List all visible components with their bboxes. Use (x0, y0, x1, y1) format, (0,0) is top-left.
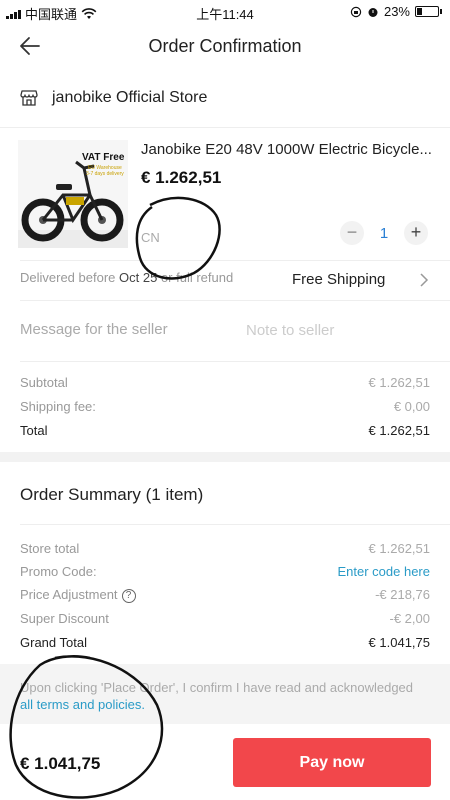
divider (20, 361, 450, 362)
terms-notice: Upon clicking 'Place Order', I confirm I… (0, 664, 450, 724)
message-label: Message for the seller (20, 321, 168, 338)
divider (0, 127, 450, 128)
help-icon[interactable]: ? (121, 589, 136, 603)
subtotal-row: Subtotal € 1.262,51 (20, 375, 430, 390)
increase-quantity-button[interactable]: + (404, 221, 428, 245)
battery-percent: 23% (383, 4, 410, 19)
rotation-lock-icon (350, 6, 362, 17)
status-bar: 中国联通 上午11:44 23% (0, 0, 450, 24)
nav-bar: Order Confirmation (0, 24, 450, 68)
store-total-value: € 1.262,51 (368, 541, 430, 556)
shipping-fee-label: Shipping fee: (20, 399, 96, 414)
terms-text: Upon clicking 'Place Order', I confirm I… (20, 680, 414, 695)
super-discount-row: Super Discount -€ 2,00 (20, 611, 430, 626)
store-total-row: Store total € 1.262,51 (20, 541, 430, 556)
store-total-label: Store total (20, 541, 80, 556)
terms-notice-text: Upon clicking 'Place Order', I confirm I… (20, 679, 440, 713)
divider (20, 300, 450, 301)
promo-code-row: Promo Code: Enter code here (20, 564, 430, 579)
store-name: janobike Official Store (52, 89, 208, 106)
super-discount-label: Super Discount (20, 611, 109, 626)
shipping-fee-value: € 0,00 (393, 399, 430, 414)
divider (20, 260, 450, 261)
ship-from: CN (141, 230, 160, 245)
delivery-date: Oct 25 (119, 270, 158, 285)
grand-total-row: Grand Total € 1.041,75 (20, 635, 430, 650)
super-discount-value: -€ 2,00 (389, 611, 430, 626)
grand-total-value: € 1.041,75 (368, 635, 430, 650)
store-icon (20, 90, 38, 106)
shipping-fee-row: Shipping fee: € 0,00 (20, 399, 430, 414)
enter-promo-code-link[interactable]: Enter code here (337, 564, 430, 579)
quantity-stepper: − 1 + (340, 221, 428, 245)
battery-tip (440, 9, 442, 14)
quantity-value[interactable]: 1 (364, 225, 404, 242)
pay-now-button[interactable]: Pay now (233, 738, 431, 787)
delivery-suffix: or full refund (160, 270, 234, 285)
footer-total: € 1.041,75 (20, 754, 101, 773)
order-summary-title: Order Summary (1 item) (20, 485, 204, 504)
vat-free-badge: VAT Free (82, 152, 125, 163)
divider (20, 524, 450, 525)
subtotal-value: € 1.262,51 (368, 375, 430, 390)
delivery-info: Delivered before Oct 25 or full refund (20, 270, 233, 285)
grand-total-label: Grand Total (20, 635, 87, 650)
shipping-method[interactable]: Free Shipping (292, 271, 385, 288)
price-adjustment-value: -€ 218,76 (375, 587, 430, 602)
delivery-prefix: Delivered before (20, 270, 116, 285)
chevron-right-icon[interactable] (418, 273, 430, 287)
alarm-icon (368, 7, 378, 17)
product-title[interactable]: Janobike E20 48V 1000W Electric Bicycle.… (141, 141, 433, 158)
page-title: Order Confirmation (148, 36, 302, 56)
note-to-seller-input[interactable] (246, 318, 426, 342)
product-image[interactable]: VAT Free EU Warehouse 3-7 days delivery (18, 140, 128, 248)
image-subtext: EU Warehouse 3-7 days delivery (86, 165, 124, 177)
promo-code-label: Promo Code: (20, 564, 97, 579)
total-label: Total (20, 423, 48, 438)
store-header[interactable]: janobike Official Store (20, 84, 207, 112)
price-adjustment-row: Price Adjustment? -€ 218,76 (20, 587, 430, 603)
total-value: € 1.262,51 (368, 423, 430, 438)
total-row: Total € 1.262,51 (20, 423, 430, 438)
battery-icon (415, 6, 439, 17)
status-bar-right: 23% (350, 4, 442, 19)
section-separator (0, 452, 450, 462)
subtotal-label: Subtotal (20, 375, 68, 390)
price-adjustment-label: Price Adjustment (20, 587, 118, 602)
product-price: € 1.262,51 (141, 168, 222, 187)
decrease-quantity-button[interactable]: − (340, 221, 364, 245)
terms-link[interactable]: all terms and policies. (20, 697, 145, 712)
